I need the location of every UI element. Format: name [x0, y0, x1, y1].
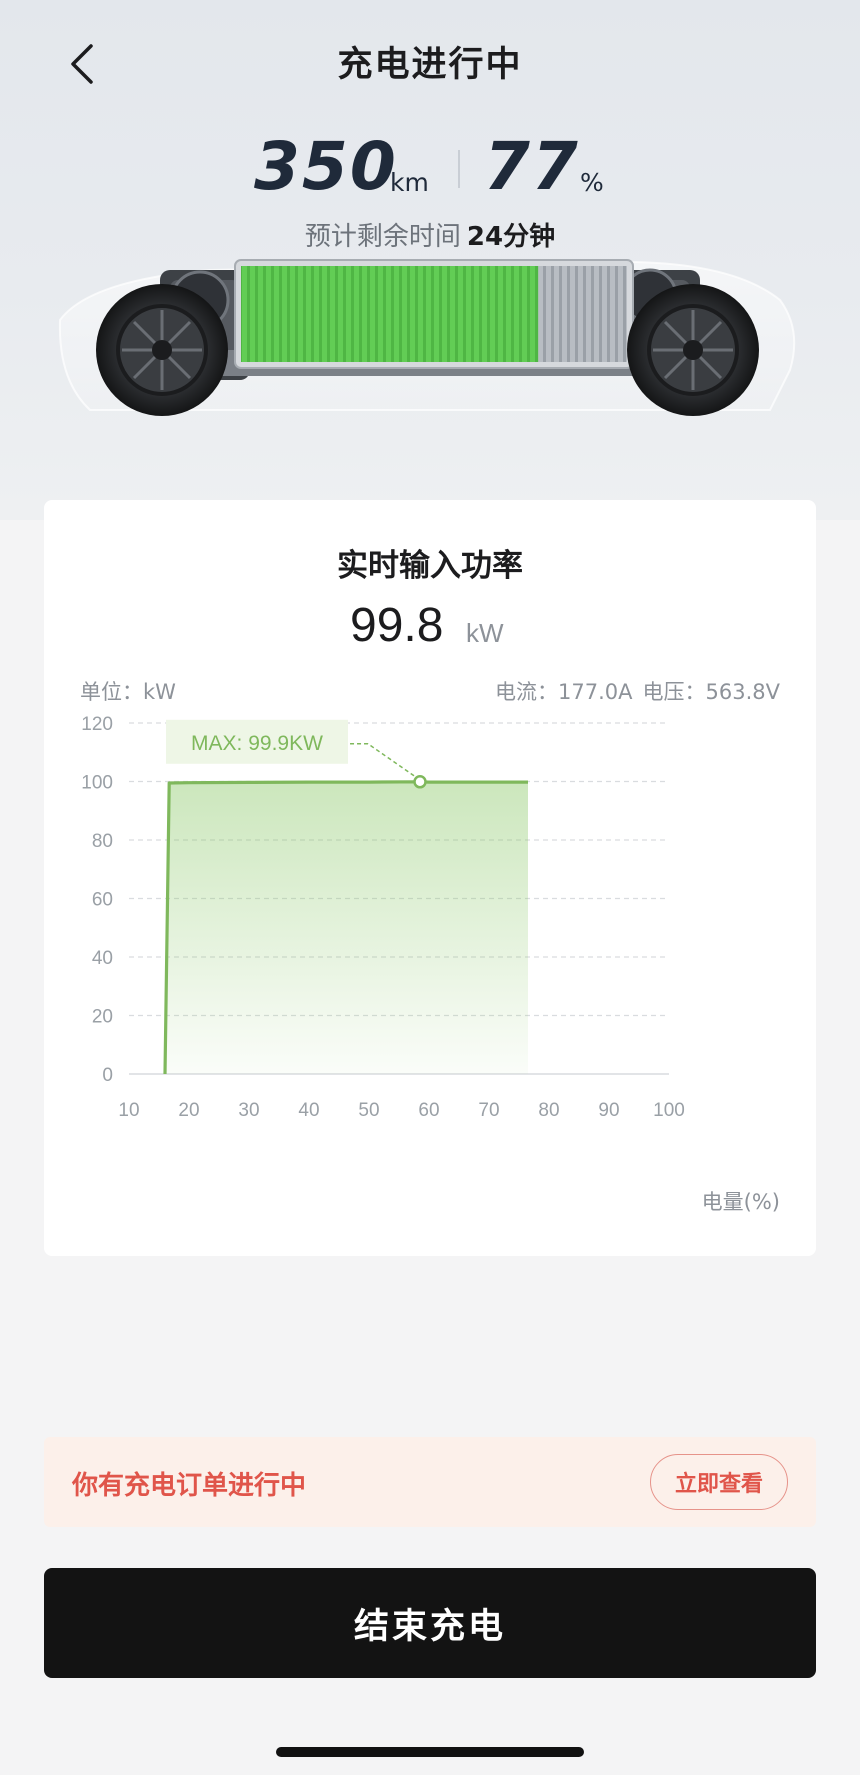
battery-charged-cells [241, 266, 539, 362]
x-tick-label: 90 [598, 1100, 619, 1121]
y-tick-label: 120 [81, 714, 113, 735]
order-banner: 你有充电订单进行中 立即查看 [44, 1437, 816, 1527]
x-axis-label: 电量(%) [701, 1190, 780, 1214]
power-card: 实时输入功率 99.8 kW 单位：kW 电流：177.0A 电压：563.8V … [44, 500, 816, 1256]
x-tick-label: 80 [538, 1100, 559, 1121]
power-value: 99.8 [350, 599, 444, 652]
y-tick-label: 100 [81, 773, 113, 794]
end-charging-button[interactable]: 结束充电 [44, 1568, 816, 1678]
x-tick-label: 10 [118, 1100, 139, 1121]
stats-divider [458, 150, 460, 188]
x-tick-label: 60 [418, 1100, 439, 1121]
x-tick-label: 20 [178, 1100, 199, 1121]
power-chart: 0 20 40 60 80 100 120 10 20 30 40 50 60 70 80 90 100 MAX:… [81, 714, 685, 1121]
range-value: 350 [254, 128, 398, 205]
charge-stats: 350 km 77 % [0, 128, 860, 208]
y-tick-label: 80 [92, 831, 113, 852]
hero-area: 充电进行中 350 km 77 % 预计剩余时间 24分钟 [0, 0, 860, 520]
home-indicator [276, 1747, 584, 1757]
x-tick-label: 40 [298, 1100, 319, 1121]
x-tick-label: 70 [478, 1100, 499, 1121]
power-area-fill [165, 781, 528, 1074]
x-tick-label: 30 [238, 1100, 259, 1121]
page-title: 充电进行中 [337, 45, 523, 85]
y-tick-label: 20 [92, 1007, 113, 1028]
soc-value: 77 [484, 128, 580, 205]
max-point-marker [413, 775, 427, 789]
power-card-title: 实时输入功率 [337, 548, 523, 584]
y-tick-label: 0 [102, 1065, 113, 1086]
order-banner-text: 你有充电订单进行中 [72, 1471, 307, 1501]
y-tick-label: 40 [92, 948, 113, 969]
car-chassis-illustration [58, 259, 796, 416]
x-tick-label: 50 [358, 1100, 379, 1121]
y-tick-label: 60 [92, 890, 113, 911]
x-tick-label: 100 [653, 1100, 685, 1121]
power-unit: kW [466, 618, 504, 648]
max-label: MAX: 99.9KW [191, 732, 323, 755]
view-order-button[interactable]: 立即查看 [650, 1454, 788, 1510]
soc-unit: % [580, 168, 604, 197]
range-unit: km [390, 168, 429, 197]
